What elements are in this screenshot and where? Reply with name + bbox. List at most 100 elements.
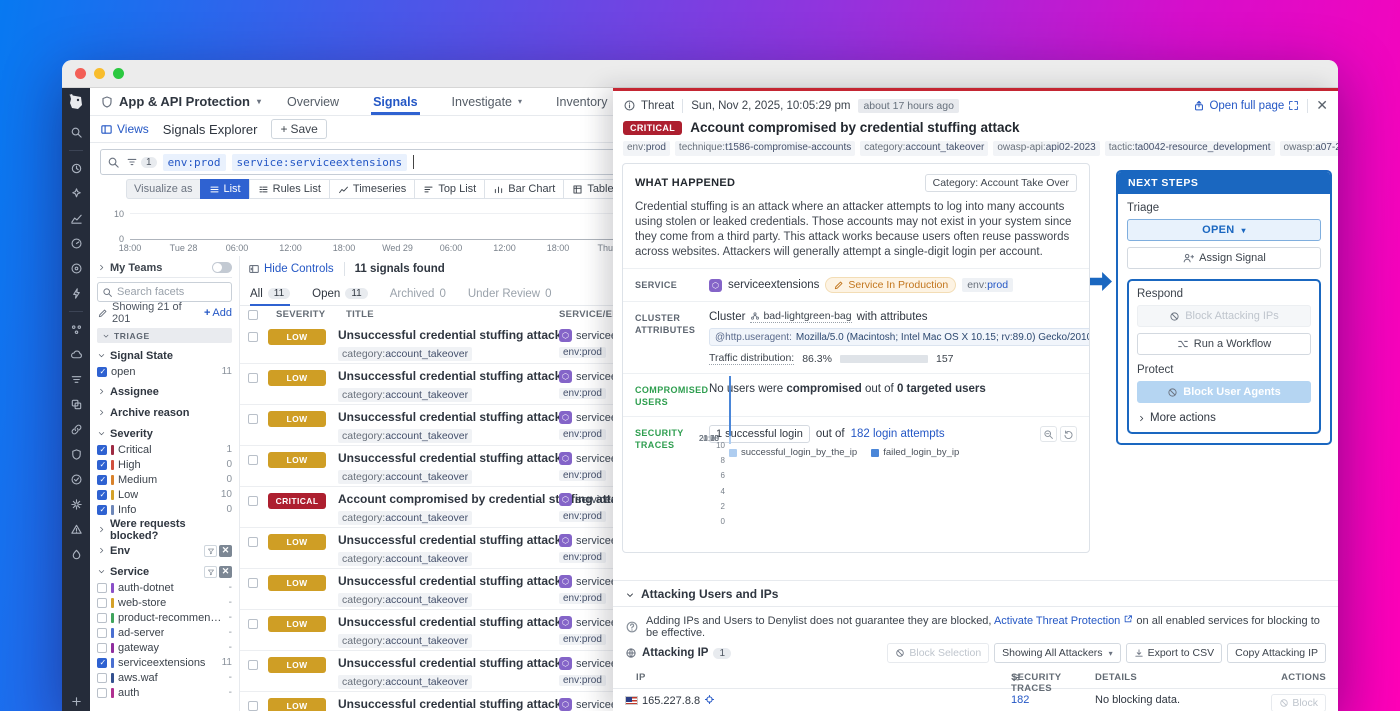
facet-section-header[interactable]: Assignee (97, 383, 232, 400)
sidebar-item-service-links[interactable] (69, 422, 84, 437)
save-view-button[interactable]: +Save (271, 119, 326, 139)
filter-count[interactable]: 1 (126, 156, 157, 168)
more-actions-toggle[interactable]: More actions (1137, 412, 1311, 424)
signal-tag[interactable]: owasp-api:api02-2023 (993, 141, 1099, 156)
facet-checkbox[interactable] (97, 658, 107, 668)
facet-section-header[interactable]: Service✕ (97, 563, 232, 580)
facet-clear-button[interactable]: ✕ (219, 566, 232, 578)
sidebar-item-apm[interactable] (69, 261, 84, 276)
facet-section-header[interactable]: Signal State (97, 347, 232, 364)
copy-attacking-ip-button[interactable]: Copy Attacking IP (1227, 643, 1326, 663)
sidebar-item-processes[interactable] (69, 322, 84, 337)
minimize-window-button[interactable] (94, 68, 105, 79)
block-user-agents-button[interactable]: Block User Agents (1137, 381, 1311, 403)
sidebar-item-infrastructure[interactable] (69, 211, 84, 226)
facet-group-triage[interactable]: TRIAGE (97, 328, 232, 343)
facet-checkbox[interactable] (97, 505, 107, 515)
export-csv-button[interactable]: Export to CSV (1126, 643, 1223, 663)
signal-tag[interactable]: category:account_takeover (338, 634, 472, 648)
row-checkbox[interactable] (248, 496, 258, 506)
sidebar-item-profiling[interactable] (69, 547, 84, 562)
query-token[interactable]: service:serviceextensions (232, 154, 408, 171)
query-token[interactable]: env:prod (163, 154, 226, 171)
visualize-option-top-list[interactable]: Top List (414, 179, 484, 199)
row-checkbox[interactable] (248, 455, 258, 465)
login-attempts-link[interactable]: 182 login attempts (851, 428, 945, 440)
signal-tag[interactable]: category:account_takeover (338, 388, 472, 402)
row-checkbox[interactable] (248, 701, 258, 711)
facet-item-auth[interactable]: auth- (97, 685, 232, 700)
signal-tag[interactable]: category:account_takeover (338, 347, 472, 361)
facet-filter-button[interactable] (204, 545, 217, 557)
facet-checkbox[interactable] (97, 643, 107, 653)
signal-tag[interactable]: category:account_takeover (338, 511, 472, 525)
sidebar-item-add[interactable] (69, 694, 84, 709)
tab-overview[interactable]: Overview (287, 88, 339, 115)
attacking-users-section-header[interactable]: Attacking Users and IPs (613, 580, 1338, 607)
signal-tag[interactable]: category:account_takeover (338, 675, 472, 689)
facet-item-low[interactable]: Low10 (97, 487, 232, 502)
facet-item-info[interactable]: Info0 (97, 502, 232, 517)
cluster-name-link[interactable]: bad-lightgreen-bag (750, 310, 851, 323)
datadog-logo-icon[interactable] (66, 92, 86, 112)
block-attacking-ips-button[interactable]: Block Attacking IPs (1137, 305, 1311, 327)
assign-signal-button[interactable]: Assign Signal (1127, 247, 1321, 269)
my-teams-switch[interactable] (212, 262, 232, 273)
facet-checkbox[interactable] (97, 367, 107, 377)
attackers-filter-dropdown[interactable]: Showing All Attackers▾ (994, 643, 1120, 663)
sidebar-item-error-tracking[interactable] (69, 522, 84, 537)
zoom-out-chart-button[interactable] (1040, 426, 1057, 442)
facet-item-product-recommendation[interactable]: product-recommendation- (97, 610, 232, 625)
facet-section-header[interactable]: Env✕ (97, 542, 232, 559)
sidebar-item-monitors[interactable] (69, 236, 84, 251)
close-panel-button[interactable]: ✕ (1316, 97, 1328, 114)
sidebar-item-ci-cd[interactable] (69, 472, 84, 487)
run-workflow-button[interactable]: Run a Workflow (1137, 333, 1311, 355)
views-button[interactable]: Views (100, 122, 149, 136)
add-facet-button[interactable]: +Add (204, 307, 232, 319)
signals-tab-under-review[interactable]: Under Review0 (468, 282, 552, 305)
service-name[interactable]: serviceextensions (728, 279, 819, 291)
close-window-button[interactable] (75, 68, 86, 79)
open-full-page-button[interactable]: Open full page (1193, 100, 1299, 112)
product-switcher[interactable]: App & API Protection ▾ (100, 94, 261, 109)
facet-item-open[interactable]: open11 (97, 364, 232, 379)
facet-checkbox[interactable] (97, 583, 107, 593)
reset-zoom-button[interactable] (1060, 426, 1077, 442)
hide-controls-button[interactable]: Hide Controls (248, 263, 334, 275)
facet-search-input[interactable] (117, 286, 227, 298)
attacking-ip-row[interactable]: 165.227.8.8182No blocking data.Block (613, 690, 1338, 711)
sidebar-item-settings[interactable] (69, 497, 84, 512)
env-tag[interactable]: env:prod (962, 278, 1013, 292)
facet-section-header[interactable]: Archive reason (97, 404, 232, 421)
row-checkbox[interactable] (248, 414, 258, 424)
sidebar-item-security[interactable] (69, 447, 84, 462)
legend-item[interactable]: failed_login_by_ip (871, 447, 959, 458)
facet-checkbox[interactable] (97, 490, 107, 500)
block-ip-button[interactable]: Block (1271, 694, 1326, 711)
facet-section-header[interactable]: Were requests blocked? (97, 521, 232, 538)
facet-item-gateway[interactable]: gateway- (97, 640, 232, 655)
facet-checkbox[interactable] (97, 613, 107, 623)
visualize-option-list[interactable]: List (200, 179, 249, 199)
signal-tag[interactable]: tactic:ta0042-resource_development (1105, 141, 1275, 156)
row-checkbox[interactable] (248, 660, 258, 670)
facet-clear-button[interactable]: ✕ (219, 545, 232, 557)
facet-item-ad-server[interactable]: ad-server- (97, 625, 232, 640)
service-in-production-badge[interactable]: Service In Production (825, 277, 956, 293)
visualize-option-timeseries[interactable]: Timeseries (329, 179, 414, 199)
zoom-window-button[interactable] (113, 68, 124, 79)
signal-tag[interactable]: owasp:a07-2021 (1280, 141, 1338, 156)
visualize-option-rules-list[interactable]: Rules List (249, 179, 329, 199)
tab-signals[interactable]: Signals (373, 88, 417, 115)
signals-tab-open[interactable]: Open11 (312, 282, 368, 305)
facet-checkbox[interactable] (97, 673, 107, 683)
legend-item[interactable]: successful_login_by_the_ip (729, 447, 857, 458)
visualize-option-bar-chart[interactable]: Bar Chart (484, 179, 563, 199)
signal-tag[interactable]: category:account_takeover (338, 470, 472, 484)
crosshair-icon[interactable] (704, 694, 715, 705)
signal-tag[interactable]: category:account_takeover (860, 141, 988, 156)
facet-checkbox[interactable] (97, 688, 107, 698)
signals-tab-archived[interactable]: Archived0 (390, 282, 446, 305)
activate-threat-protection-link[interactable]: Activate Threat Protection (994, 615, 1120, 627)
